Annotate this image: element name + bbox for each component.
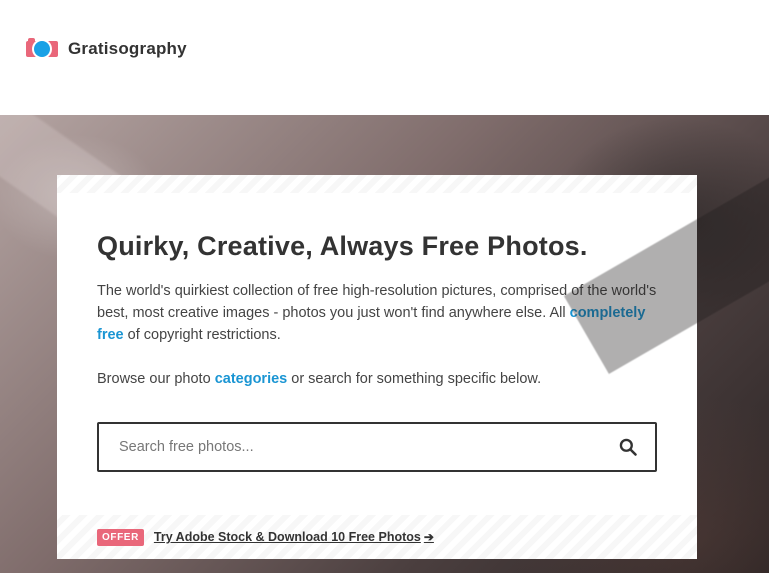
- offer-link-text: Try Adobe Stock & Download 10 Free Photo…: [153, 530, 421, 544]
- offer-link[interactable]: Try Adobe Stock & Download 10 Free Photo…: [154, 530, 434, 544]
- offer-bar: OFFER Try Adobe Stock & Download 10 Free…: [57, 515, 697, 559]
- camera-logo-icon: [26, 37, 58, 61]
- brand-logo[interactable]: Gratisography: [26, 37, 187, 61]
- search-icon[interactable]: [617, 436, 639, 458]
- browse-text-before-link: Browse our photo: [97, 371, 215, 387]
- browse-text-after-link: or search for something specific below.: [287, 371, 542, 387]
- offer-badge: OFFER: [97, 528, 144, 546]
- hero-card: Quirky, Creative, Always Free Photos. Th…: [57, 175, 697, 559]
- hero-title: Quirky, Creative, Always Free Photos.: [97, 231, 588, 261]
- intro-text-after-link: of copyright restrictions.: [123, 327, 281, 343]
- hero-section: Quirky, Creative, Always Free Photos. Th…: [0, 115, 769, 573]
- hero-intro-text: The world's quirkiest collection of free…: [97, 280, 657, 346]
- hero-browse-text: Browse our photo categories or search fo…: [97, 368, 657, 390]
- categories-link[interactable]: categories: [215, 371, 288, 387]
- arrow-right-icon: ➔: [423, 530, 434, 544]
- logo-dot-shape: [34, 41, 50, 57]
- card-top-pattern: [57, 175, 697, 193]
- brand-name: Gratisography: [68, 39, 187, 58]
- search-bar: [97, 422, 657, 472]
- search-input[interactable]: [119, 439, 589, 455]
- site-header: Gratisography: [0, 0, 769, 115]
